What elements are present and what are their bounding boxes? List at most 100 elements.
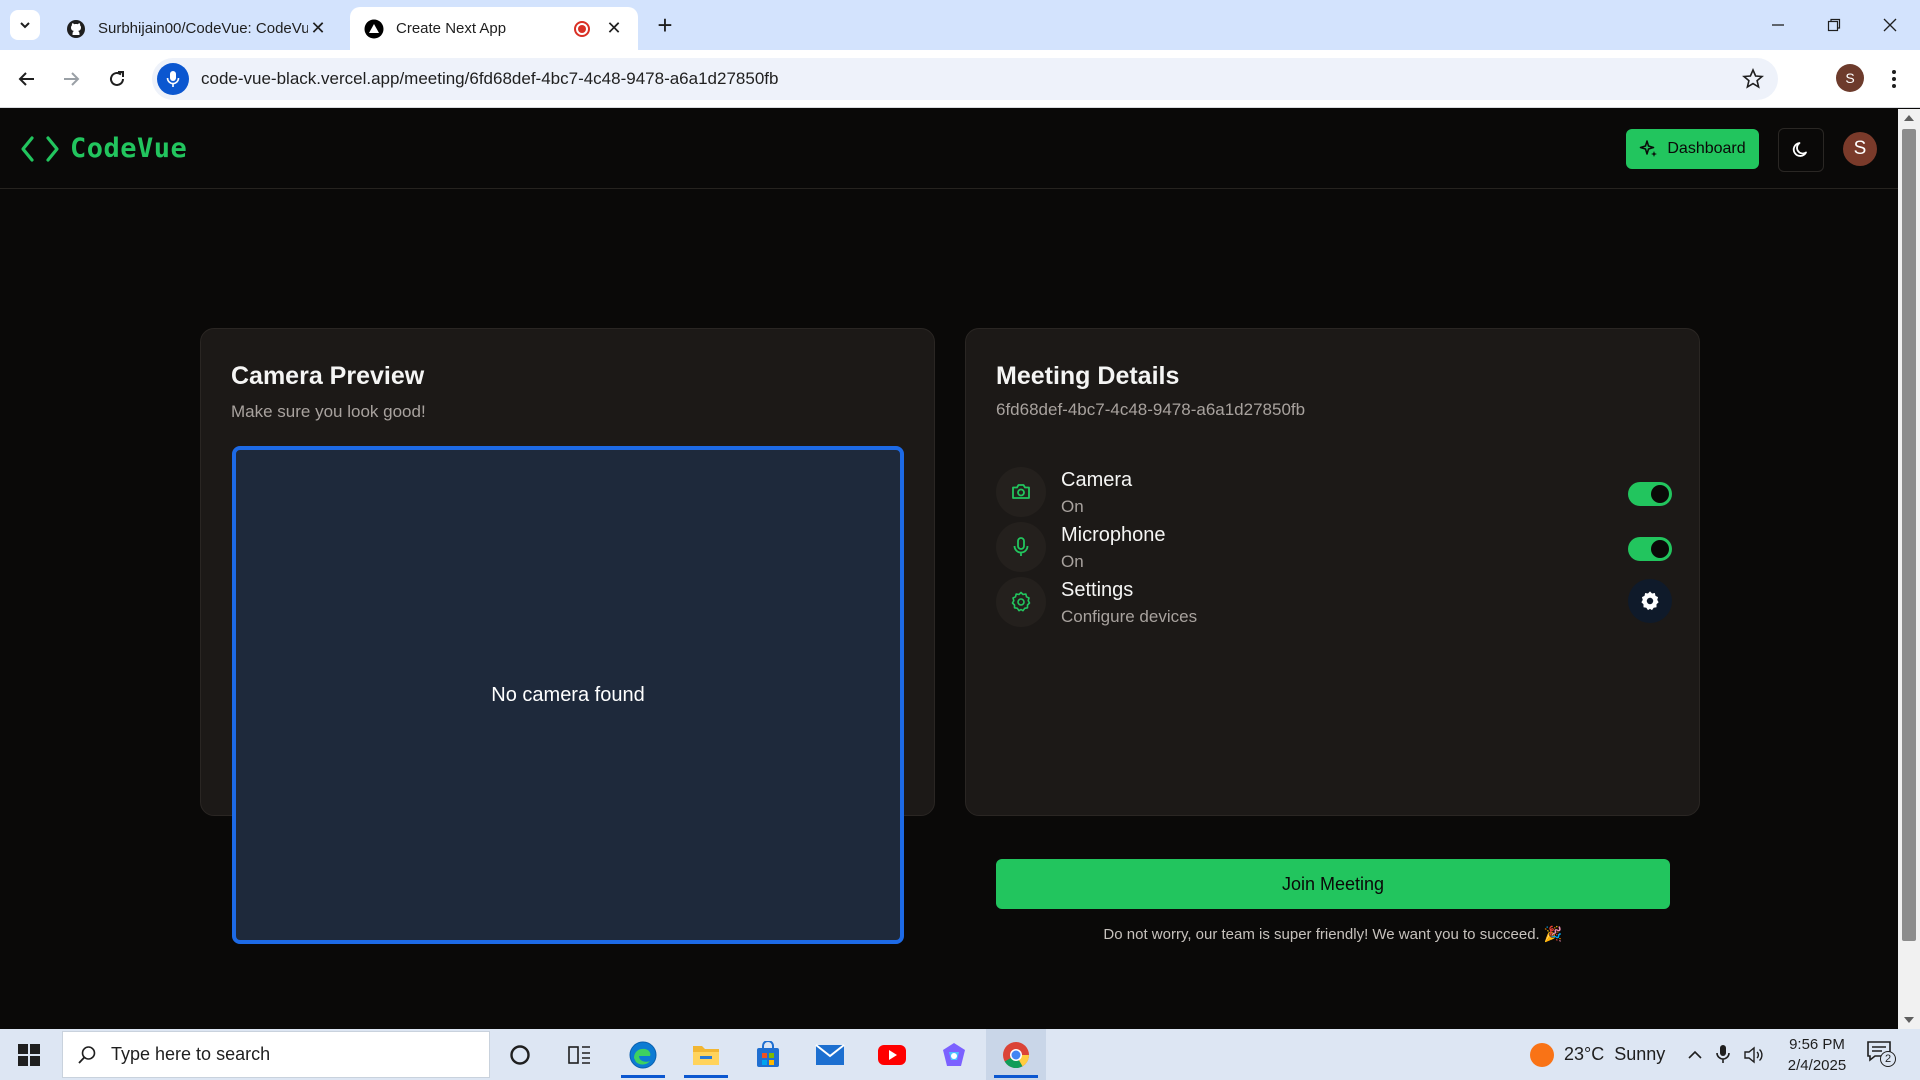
youtube-icon [878, 1044, 906, 1065]
tab-title: Surbhijain00/CodeVue: CodeVu [98, 20, 308, 37]
page-content: CodeVue Dashboard S Camera Preview Make … [0, 109, 1898, 1029]
weather-widget[interactable]: 23°C Sunny [1530, 1029, 1665, 1080]
camera-toggle[interactable] [1628, 482, 1672, 506]
restore-button[interactable] [1806, 0, 1862, 50]
folder-icon [693, 1045, 719, 1065]
close-icon [1883, 18, 1897, 32]
chrome-icon [1003, 1041, 1030, 1068]
tab-github[interactable]: Surbhijain00/CodeVue: CodeVu ✕ [52, 7, 342, 50]
meeting-details-card: Meeting Details 6fd68def-4bc7-4c48-9478-… [965, 328, 1700, 943]
arrow-left-icon [18, 72, 34, 86]
tab-create-next-app[interactable]: Create Next App ✕ [350, 7, 638, 50]
tab-search-button[interactable] [10, 10, 40, 40]
microphone-status: On [1061, 552, 1084, 571]
windows-logo-icon [18, 1043, 40, 1066]
taskbar-search-box[interactable]: Type here to search [62, 1031, 490, 1078]
clock-date: 2/4/2025 [1787, 1057, 1847, 1074]
task-view-icon [568, 1045, 590, 1064]
meeting-id: 6fd68def-4bc7-4c48-9478-a6a1d27850fb [996, 400, 1306, 419]
notification-center-button[interactable]: 2 [1866, 1039, 1898, 1069]
file-explorer-app[interactable] [676, 1029, 736, 1080]
page-scrollbar[interactable] [1898, 109, 1920, 1029]
chevron-down-icon [20, 22, 30, 29]
minimize-button[interactable] [1750, 0, 1806, 50]
browser-tab-strip: Surbhijain00/CodeVue: CodeVu ✕ Create Ne… [0, 0, 1920, 50]
scroll-down-icon[interactable] [1904, 1017, 1914, 1023]
scrollbar-thumb[interactable] [1902, 129, 1916, 941]
back-button[interactable] [12, 64, 42, 94]
camera-preview-area: No camera found [232, 446, 904, 944]
sun-icon [1530, 1042, 1554, 1067]
chevron-up-icon[interactable] [1686, 1046, 1704, 1064]
store-app[interactable] [738, 1029, 798, 1080]
app-navbar: CodeVue Dashboard S [0, 109, 1898, 189]
microphone-tray-icon[interactable] [1715, 1044, 1731, 1064]
github-icon [67, 19, 85, 38]
join-meeting-button[interactable]: Join Meeting [996, 859, 1670, 909]
edge-icon [629, 1041, 657, 1068]
close-tab-icon[interactable]: ✕ [604, 18, 624, 39]
mic-icon[interactable] [157, 63, 189, 95]
camera-label: Camera [1061, 469, 1133, 491]
vercel-triangle-icon [364, 19, 384, 38]
no-camera-message: No camera found [491, 683, 645, 706]
volume-icon[interactable] [1743, 1045, 1765, 1065]
chrome-app[interactable] [986, 1029, 1046, 1080]
clock-time: 9:56 PM [1789, 1036, 1845, 1053]
url-text: code-vue-black.vercel.app/meeting/6fd68d… [201, 69, 779, 88]
sparkles-icon [1640, 140, 1658, 157]
microphone-option: Microphone On [996, 522, 1672, 574]
copilot-app[interactable] [924, 1029, 984, 1080]
theme-toggle-button[interactable] [1778, 128, 1824, 172]
browser-profile-avatar[interactable]: S [1836, 64, 1864, 92]
reload-icon [110, 71, 124, 86]
edge-app[interactable] [613, 1029, 673, 1080]
microphone-toggle[interactable] [1628, 537, 1672, 561]
youtube-app[interactable] [862, 1029, 922, 1080]
reload-button[interactable] [102, 64, 132, 94]
notification-badge: 2 [1880, 1051, 1896, 1067]
moon-icon [1792, 142, 1807, 157]
gear-icon [1641, 591, 1659, 611]
camera-preview-subtitle: Make sure you look good! [231, 402, 426, 421]
mail-icon [815, 1043, 845, 1065]
camera-preview-card: Camera Preview Make sure you look good! … [200, 328, 935, 944]
close-tab-icon[interactable]: ✕ [308, 18, 328, 39]
camera-option: Camera On [996, 467, 1672, 519]
mail-app[interactable] [800, 1029, 860, 1080]
taskbar-clock[interactable]: 9:56 PM 2/4/2025 [1775, 1034, 1859, 1076]
settings-description: Configure devices [1061, 607, 1198, 626]
dashboard-button[interactable]: Dashboard [1626, 129, 1759, 169]
new-tab-button[interactable]: + [650, 10, 680, 40]
brand-logo[interactable]: CodeVue [20, 133, 187, 164]
mic-icon [996, 522, 1046, 572]
brand-name: CodeVue [70, 133, 188, 164]
task-view-button[interactable] [550, 1029, 610, 1080]
user-avatar[interactable]: S [1843, 132, 1877, 166]
start-button[interactable] [0, 1029, 58, 1080]
settings-icon [996, 577, 1046, 627]
taskbar: Type here to search 23°C Sunny 9:56 PM 2… [0, 1029, 1920, 1080]
weather-text: 23°C Sunny [1564, 1044, 1666, 1064]
minimize-icon [1772, 24, 1784, 26]
code-brackets-icon [21, 135, 59, 162]
tab-title: Create Next App [396, 20, 507, 37]
close-window-button[interactable] [1862, 0, 1918, 50]
camera-status: On [1061, 497, 1084, 516]
footnote-text: Do not worry, our team is super friendly… [1103, 926, 1563, 943]
camera-icon [996, 467, 1046, 517]
forward-button[interactable] [56, 64, 86, 94]
browser-menu-icon[interactable] [1882, 64, 1906, 94]
address-bar[interactable]: code-vue-black.vercel.app/meeting/6fd68d… [152, 58, 1778, 100]
microphone-label: Microphone [1061, 524, 1166, 546]
scroll-up-icon[interactable] [1904, 115, 1914, 121]
settings-button[interactable] [1628, 579, 1672, 623]
store-icon [757, 1040, 779, 1067]
bookmark-star-icon[interactable] [1742, 68, 1764, 90]
arrow-right-icon [64, 72, 80, 86]
copilot-icon [943, 1042, 965, 1066]
cortana-button[interactable] [490, 1029, 550, 1080]
restore-icon [1827, 18, 1841, 32]
camera-preview-title: Camera Preview [231, 362, 425, 390]
dashboard-label: Dashboard [1667, 140, 1746, 157]
